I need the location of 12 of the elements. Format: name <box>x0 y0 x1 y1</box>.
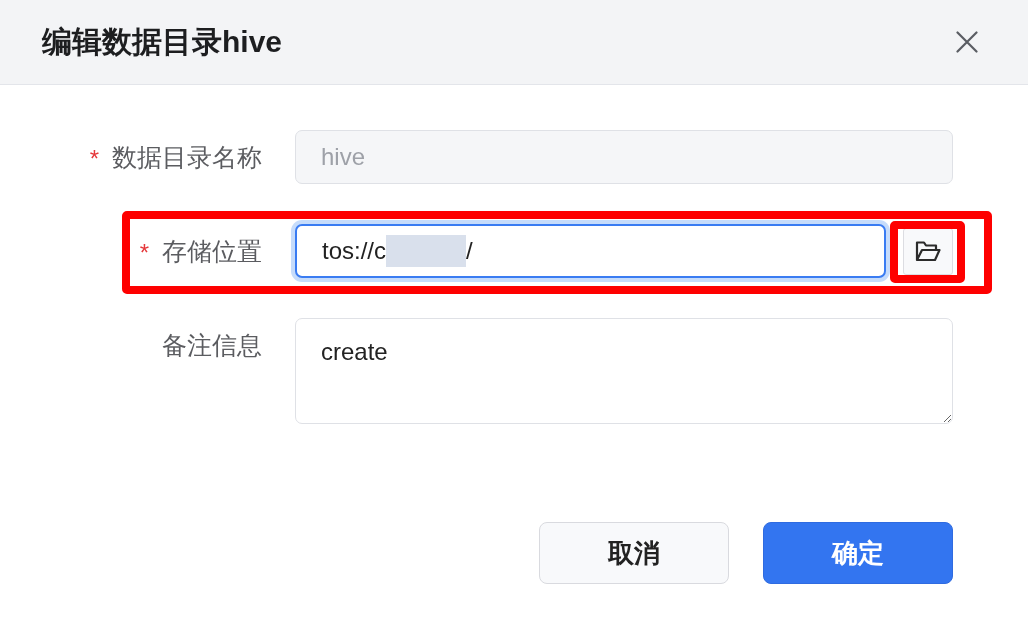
field-label: 数据目录名称 <box>112 141 262 173</box>
browse-button[interactable] <box>903 227 953 275</box>
field-label: 备注信息 <box>162 329 262 361</box>
required-mark: * <box>89 144 99 171</box>
cancel-button[interactable]: 取消 <box>539 522 729 584</box>
folder-icon <box>915 240 941 262</box>
field-label: 存储位置 <box>162 235 262 267</box>
dialog-title: 编辑数据目录hive <box>42 23 283 60</box>
required-mark: * <box>139 238 149 265</box>
confirm-button[interactable]: 确定 <box>763 522 953 584</box>
close-icon[interactable] <box>956 31 978 53</box>
notes-textarea[interactable]: create <box>295 318 953 424</box>
